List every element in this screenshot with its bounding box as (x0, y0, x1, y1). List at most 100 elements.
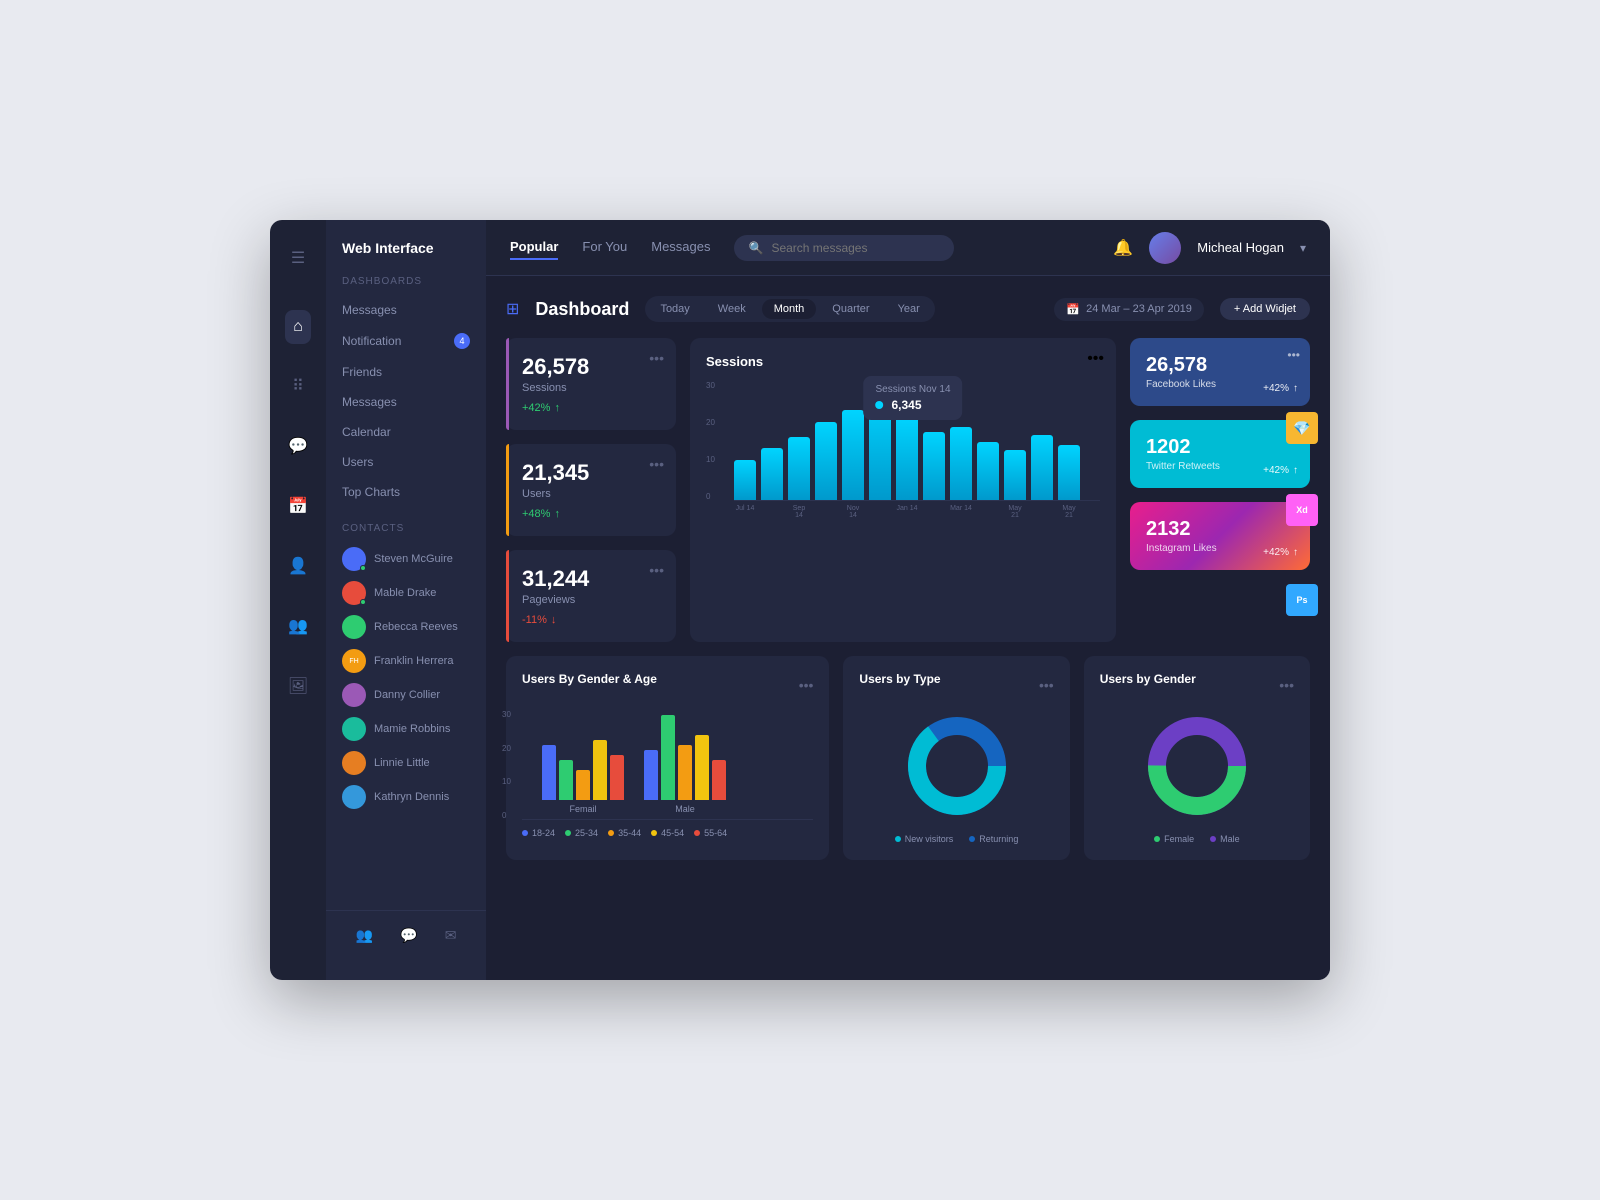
bar-sep14 (788, 437, 810, 500)
nav-friends[interactable]: Friends (326, 357, 486, 387)
add-widget-button[interactable]: + Add Widjet (1220, 298, 1310, 320)
notification-badge: 4 (454, 333, 470, 349)
contact-mamie[interactable]: Mamie Robbins (326, 712, 486, 746)
chevron-down-icon[interactable]: ▾ (1300, 241, 1306, 255)
twitter-change: +42% ↑ (1263, 465, 1298, 476)
y-label-30: 30 (706, 381, 715, 390)
filter-today[interactable]: Today (648, 299, 701, 319)
contact-name-steven: Steven McGuire (374, 553, 453, 565)
contact-danny[interactable]: Danny Collier (326, 678, 486, 712)
x-label-empty3 (869, 505, 891, 519)
gender-age-more-btn[interactable]: ••• (799, 677, 814, 693)
contact-rebecca[interactable]: Rebecca Reeves (326, 610, 486, 644)
male-bar-3544 (678, 745, 692, 800)
contact-avatar-kathryn (342, 785, 366, 809)
nav-notification[interactable]: Notification 4 (326, 325, 486, 357)
instagram-change-value: +42% (1263, 547, 1289, 558)
grid-dots-icon[interactable]: ⠿ (284, 368, 312, 404)
bottom-group-icon[interactable]: 👥 (356, 927, 373, 944)
icon-sidebar: ☰ ⌂ ⠿ 💬 📅 👤 👥 🖼 (270, 220, 326, 980)
users-gender-more-btn[interactable]: ••• (1279, 677, 1294, 693)
users-type-more-btn[interactable]: ••• (1039, 677, 1054, 693)
image-icon[interactable]: 🖼 (280, 668, 316, 704)
users-gender-legend: Female Male (1100, 834, 1294, 844)
date-range[interactable]: 📅 24 Mar – 23 Apr 2019 (1054, 298, 1204, 321)
x-label-empty2 (815, 505, 837, 519)
stat-card-sessions: ••• 26,578 Sessions +42% ↑ (506, 338, 676, 430)
users-type-legend: New visitors Returning (859, 834, 1053, 844)
nav-calendar[interactable]: Calendar (326, 417, 486, 447)
contact-franklin[interactable]: FH Franklin Herrera (326, 644, 486, 678)
facebook-value: 26,578 (1146, 354, 1294, 377)
stat-card-users: ••• 21,345 Users +48% ↑ (506, 444, 676, 536)
legend-dot (1154, 836, 1160, 842)
bar (977, 442, 999, 500)
users-gender-header: Users by Gender ••• (1100, 672, 1294, 698)
bell-icon[interactable]: 🔔 (1113, 238, 1133, 258)
x-label-empty4 (923, 505, 945, 519)
filter-quarter[interactable]: Quarter (820, 299, 881, 319)
legend-male: Male (1210, 834, 1240, 844)
sessions-chart-more-btn[interactable]: ••• (1087, 350, 1104, 368)
pageviews-change-value: -11% (522, 614, 547, 626)
contact-linnie[interactable]: Linnie Little (326, 746, 486, 780)
male-bar-2534 (661, 715, 675, 800)
bar (788, 437, 810, 500)
donut-gender-svg (1142, 711, 1252, 821)
chart-wrapper: 30 20 10 0 Sessions Nov 14 6,345 (706, 381, 1100, 519)
filter-year[interactable]: Year (886, 299, 932, 319)
legend-dot (694, 830, 700, 836)
filter-month[interactable]: Month (762, 299, 817, 319)
pageviews-more-btn[interactable]: ••• (649, 562, 664, 578)
male-bar-1824 (644, 750, 658, 800)
filter-week[interactable]: Week (706, 299, 758, 319)
user-icon[interactable]: 👤 (280, 548, 316, 584)
bottom-nav: 👥 💬 ✉ (326, 910, 486, 960)
search-bar[interactable]: 🔍 (734, 235, 954, 261)
tab-messages[interactable]: Messages (651, 235, 710, 260)
bottom-mail-icon[interactable]: ✉ (445, 927, 457, 944)
hamburger-menu-icon[interactable]: ☰ (283, 240, 313, 276)
contact-steven[interactable]: Steven McGuire (326, 542, 486, 576)
female-bar-1824 (542, 745, 556, 800)
donut-svg (902, 711, 1012, 821)
male-bars (644, 715, 726, 800)
nav-top-charts[interactable]: Top Charts (326, 477, 486, 507)
users-more-btn[interactable]: ••• (649, 456, 664, 472)
home-icon[interactable]: ⌂ (285, 310, 311, 344)
users-change: +48% ↑ (522, 508, 660, 520)
bottom-chat-icon[interactable]: 💬 (400, 927, 417, 944)
calendar-icon[interactable]: 📅 (280, 488, 316, 524)
pageviews-change: -11% ↓ (522, 614, 660, 626)
chat-icon[interactable]: 💬 (280, 428, 316, 464)
search-input[interactable] (771, 241, 940, 255)
up-arrow: ↑ (1293, 383, 1298, 394)
gender-age-chart: 30 20 10 0 (522, 710, 813, 820)
sessions-more-btn[interactable]: ••• (649, 350, 664, 366)
down-arrow-icon: ↓ (551, 614, 557, 626)
bar (734, 460, 756, 500)
tooltip-value-row: 6,345 (875, 398, 950, 412)
contact-mable[interactable]: Mable Drake (326, 576, 486, 610)
nav-messages[interactable]: Messages (326, 295, 486, 325)
group-icon[interactable]: 👥 (280, 608, 316, 644)
users-label: Users (522, 488, 660, 500)
nav-notification-label: Notification (342, 334, 401, 348)
nav-users[interactable]: Users (326, 447, 486, 477)
nav-messages-2[interactable]: Messages (326, 387, 486, 417)
contact-kathryn[interactable]: Kathryn Dennis (326, 780, 486, 814)
online-indicator (360, 565, 366, 571)
female-group: Femail (542, 740, 624, 814)
tab-popular[interactable]: Popular (510, 235, 558, 260)
main-area: Popular For You Messages 🔍 🔔 Micheal Hog… (486, 220, 1330, 980)
tab-for-you[interactable]: For You (582, 235, 627, 260)
nav-messages-2-label: Messages (342, 395, 397, 409)
gender-age-legend: 18-24 25-34 35-44 45-54 (522, 828, 813, 838)
bar (1031, 435, 1053, 500)
contact-name-rebecca: Rebecca Reeves (374, 621, 458, 633)
calendar-small-icon: 📅 (1066, 303, 1080, 316)
legend-returning: Returning (969, 834, 1018, 844)
x-label-may21a: May 21 (1004, 505, 1026, 519)
y-axis: 30 20 10 0 (706, 381, 715, 501)
facebook-more-btn[interactable]: ••• (1287, 348, 1300, 362)
